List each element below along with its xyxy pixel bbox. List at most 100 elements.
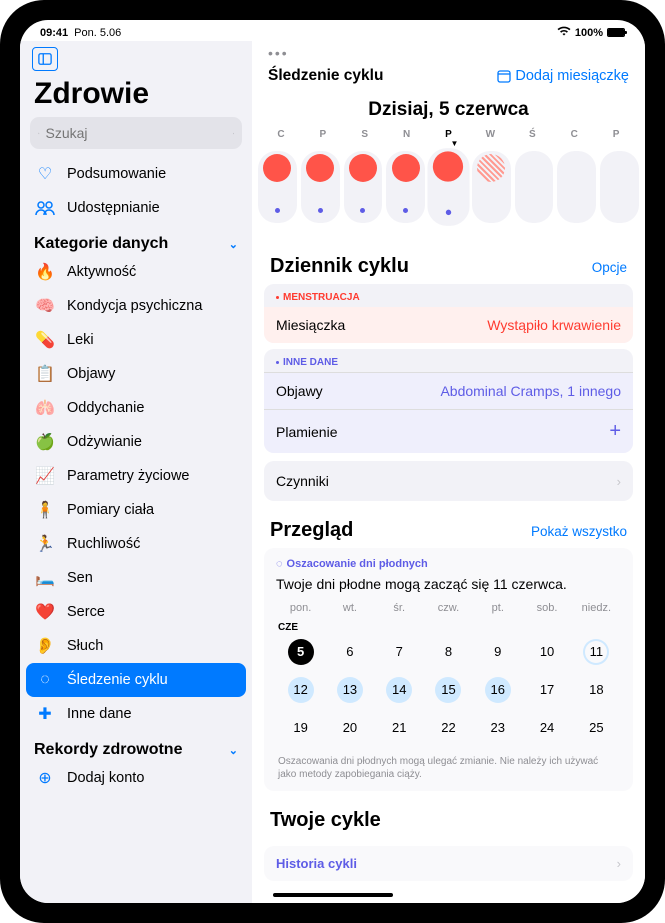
cal-day[interactable]: 21 (386, 715, 412, 741)
period-dot-icon (433, 151, 463, 181)
cal-month-label: CZE (276, 614, 621, 633)
cal-day[interactable]: 6 (337, 639, 363, 665)
period-row[interactable]: Miesiączka Wystąpiło krwawienie (264, 307, 633, 343)
menstruation-card: MENSTRUACJA Miesiączka Wystąpiło krwawie… (264, 284, 633, 343)
cal-day-fertile[interactable]: 14 (386, 677, 412, 703)
overview-show-all[interactable]: Pokaż wszystko (531, 524, 627, 539)
sidebar-item-other[interactable]: ✚Inne dane (20, 697, 252, 731)
chevron-down-icon: ⌄ (229, 744, 238, 757)
symptoms-row[interactable]: Objawy Abdominal Cramps, 1 innego (264, 372, 633, 409)
cal-day-fertile[interactable]: 15 (435, 677, 461, 703)
wifi-icon (557, 26, 571, 39)
cycle-day[interactable] (557, 151, 596, 223)
cycle-day[interactable] (386, 151, 425, 223)
bed-icon: 🛏️ (34, 567, 56, 589)
cycle-day-strip[interactable] (252, 149, 645, 237)
cal-day[interactable]: 19 (288, 715, 314, 741)
period-dot-icon (392, 154, 420, 182)
cal-day-fertile[interactable]: 11 (583, 639, 609, 665)
cal-day[interactable]: 23 (485, 715, 511, 741)
cal-day[interactable]: 8 (435, 639, 461, 665)
cycle-icon: ◌ (34, 669, 56, 691)
sidebar-item-hearing[interactable]: 👂Słuch (20, 629, 252, 663)
mini-calendar: pon. wt. śr. czw. pt. sob. niedz. CZE 5 … (276, 602, 621, 747)
cal-day-today[interactable]: 5 (288, 639, 314, 665)
cal-day[interactable]: 17 (534, 677, 560, 703)
cal-day[interactable]: 25 (583, 715, 609, 741)
status-time: 09:41 (40, 27, 68, 39)
cycle-day[interactable] (301, 151, 340, 223)
search-field[interactable] (30, 117, 242, 149)
plus-icon: ⊕ (34, 767, 56, 789)
home-indicator[interactable] (273, 893, 393, 897)
cal-day[interactable]: 20 (337, 715, 363, 741)
period-dot-icon (306, 154, 334, 182)
sidebar-item-activity[interactable]: 🔥Aktywność (20, 255, 252, 289)
fertile-window-card[interactable]: ◌Oszacowanie dni płodnych Twoje dni płod… (264, 548, 633, 791)
sidebar-label: Podsumowanie (67, 166, 166, 182)
sidebar-item-mobility[interactable]: 🏃Ruchliwość (20, 527, 252, 561)
sidebar-item-symptoms[interactable]: 📋Objawy (20, 357, 252, 391)
chevron-right-icon: › (617, 474, 621, 489)
sidebar: Zdrowie ♡ Podsumowanie Udostępnianie Kat… (20, 41, 252, 903)
cycle-day[interactable] (344, 151, 383, 223)
cal-day[interactable]: 9 (485, 639, 511, 665)
pill-icon: 💊 (34, 329, 56, 351)
sidebar-item-mental[interactable]: 🧠Kondycja psychiczna (20, 289, 252, 323)
cal-day[interactable]: 24 (534, 715, 560, 741)
app-title: Zdrowie (20, 71, 252, 117)
plus-circle-icon: ✚ (34, 703, 56, 725)
cal-day[interactable]: 22 (435, 715, 461, 741)
cycle-day[interactable] (515, 151, 554, 223)
sidebar-item-nutrition[interactable]: 🍏Odżywianie (20, 425, 252, 459)
cal-day[interactable]: 18 (583, 677, 609, 703)
sidebar-section-records[interactable]: Rekordy zdrowotne ⌄ (20, 731, 252, 761)
mic-icon[interactable] (233, 126, 235, 141)
people-icon (34, 197, 56, 219)
fertile-icon: ◌ (276, 558, 283, 570)
spotting-row[interactable]: Plamienie + (264, 409, 633, 453)
factors-row[interactable]: Czynniki › (264, 461, 633, 501)
sidebar-item-sleep[interactable]: 🛏️Sen (20, 561, 252, 595)
cal-day-fertile[interactable]: 12 (288, 677, 314, 703)
cycle-day[interactable] (472, 151, 511, 223)
plus-icon: + (609, 420, 621, 443)
battery-pct: 100% (575, 27, 603, 39)
search-input[interactable] (46, 125, 227, 141)
cal-day-fertile[interactable]: 13 (337, 677, 363, 703)
fertile-disclaimer: Oszacowania dni płodnych mogą ulegać zmi… (276, 747, 621, 783)
overview-title: Przegląd (270, 519, 353, 542)
add-period-button[interactable]: Dodaj miesiączkę (497, 68, 629, 84)
predicted-period-dot-icon (477, 154, 505, 182)
flame-icon: 🔥 (34, 261, 56, 283)
cycle-day-today[interactable] (428, 148, 470, 226)
period-dot-icon (263, 154, 291, 182)
cycle-day[interactable] (600, 151, 639, 223)
cal-day[interactable]: 7 (386, 639, 412, 665)
sidebar-item-heart[interactable]: ❤️Serce (20, 595, 252, 629)
running-icon: 🏃 (34, 533, 56, 555)
sidebar-section-categories[interactable]: Kategorie danych ⌄ (20, 225, 252, 255)
fertile-window-text: Twoje dni płodne mogą zacząć się 11 czer… (276, 570, 621, 602)
cal-day[interactable]: 10 (534, 639, 560, 665)
sidebar-item-meds[interactable]: 💊Leki (20, 323, 252, 357)
waveform-icon: 📈 (34, 465, 56, 487)
cycle-history-row[interactable]: Historia cykli › (264, 846, 633, 881)
cal-day-fertile[interactable]: 16 (485, 677, 511, 703)
lungs-icon: 🫁 (34, 397, 56, 419)
sidebar-item-sharing[interactable]: Udostępnianie (20, 191, 252, 225)
sidebar-item-add-account[interactable]: ⊕Dodaj konto (20, 761, 252, 795)
sidebar-item-vitals[interactable]: 📈Parametry życiowe (20, 459, 252, 493)
calendar-icon (497, 69, 511, 83)
cycle-day[interactable] (258, 151, 297, 223)
heart-outline-icon: ♡ (34, 163, 56, 185)
sidebar-item-respiratory[interactable]: 🫁Oddychanie (20, 391, 252, 425)
sidebar-label: Udostępnianie (67, 200, 160, 216)
sidebar-item-body[interactable]: 🧍Pomiary ciała (20, 493, 252, 527)
sidebar-item-cycle[interactable]: ◌Śledzenie cyklu (26, 663, 246, 697)
cycle-log-options[interactable]: Opcje (592, 260, 627, 275)
more-menu[interactable]: ••• (252, 41, 645, 65)
other-data-dot-icon (446, 210, 451, 215)
sidebar-item-summary[interactable]: ♡ Podsumowanie (20, 157, 252, 191)
sidebar-toggle-button[interactable] (32, 47, 58, 71)
